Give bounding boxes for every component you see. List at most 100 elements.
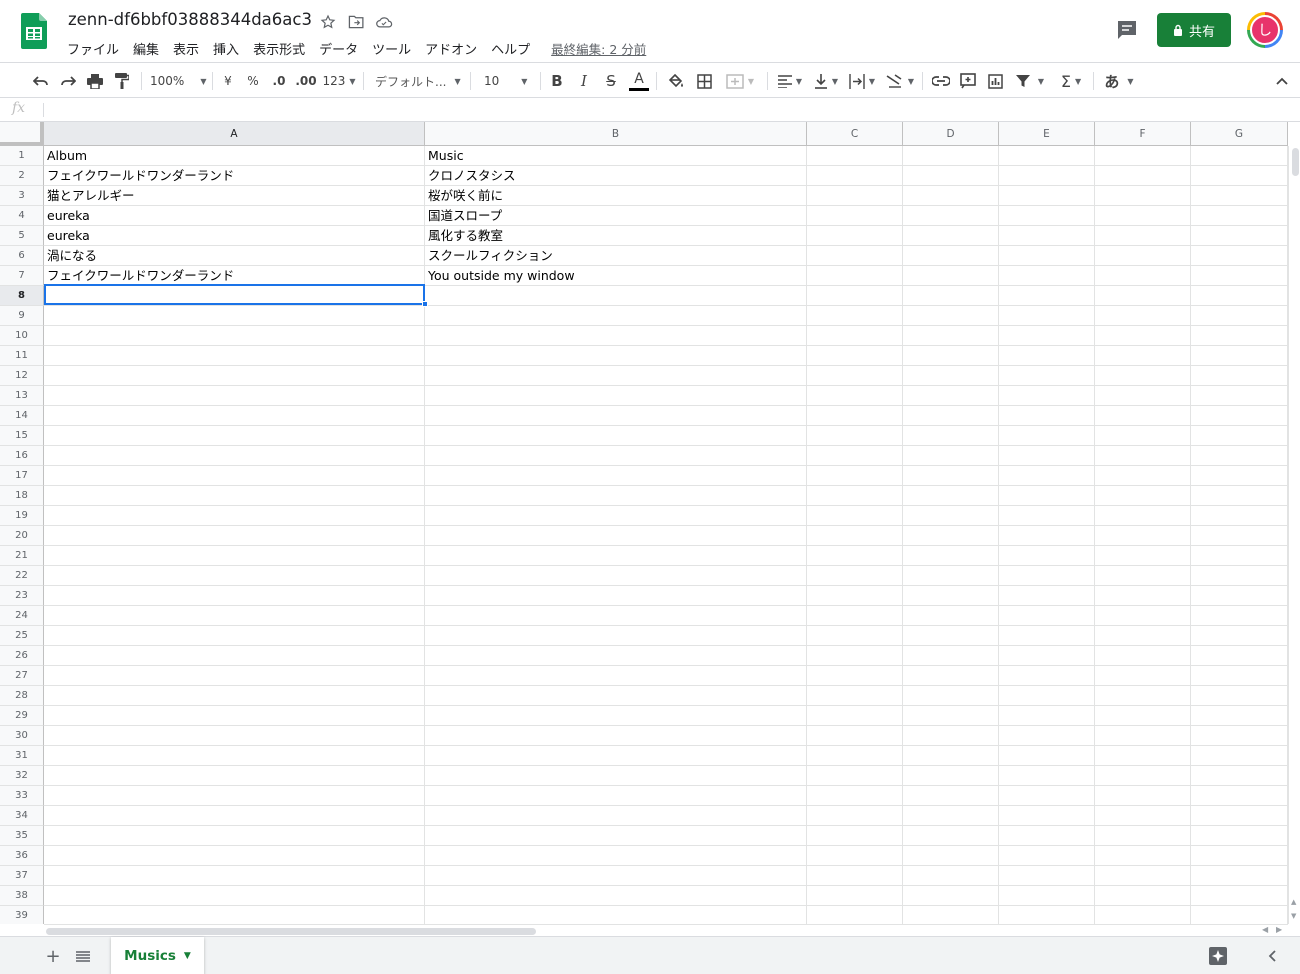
row-header[interactable]: 28 (0, 686, 44, 706)
row-header[interactable]: 2 (0, 166, 44, 186)
select-all-corner[interactable] (0, 122, 44, 146)
menu-data[interactable]: データ (312, 36, 365, 61)
move-folder-icon[interactable] (346, 12, 366, 32)
cell-b7[interactable]: You outside my window (425, 266, 806, 286)
vertical-scrollbar[interactable]: ▲ ▼ (1288, 146, 1300, 924)
row-header[interactable]: 9 (0, 306, 44, 326)
cell-b4[interactable]: 国道スロープ (425, 206, 806, 226)
row-header[interactable]: 14 (0, 406, 44, 426)
italic-button[interactable]: I (574, 69, 594, 93)
row-header[interactable]: 15 (0, 426, 44, 446)
chevron-down-icon[interactable]: ▼ (184, 951, 191, 961)
more-formats-button[interactable]: 123 ▼ (322, 69, 356, 93)
row-header[interactable]: 30 (0, 726, 44, 746)
fill-color-icon[interactable] (665, 69, 687, 93)
cell-a1[interactable]: Album (44, 146, 424, 166)
redo-icon[interactable] (57, 69, 79, 93)
functions-icon[interactable]: Σ ▼ (1055, 69, 1087, 93)
row-header[interactable]: 29 (0, 706, 44, 726)
last-edit-link[interactable]: 最終編集: 2 分前 (551, 39, 646, 58)
row-header[interactable]: 27 (0, 666, 44, 686)
column-header-c[interactable]: C (807, 122, 903, 146)
row-header[interactable]: 31 (0, 746, 44, 766)
star-icon[interactable] (318, 12, 338, 32)
paint-format-icon[interactable] (111, 69, 133, 93)
column-header-f[interactable]: F (1095, 122, 1191, 146)
insert-link-icon[interactable] (930, 69, 952, 93)
cell-b1[interactable]: Music (425, 146, 806, 166)
text-rotation-icon[interactable]: ▼ (884, 69, 916, 93)
text-color-button[interactable]: A (628, 69, 650, 93)
row-header[interactable]: 5 (0, 226, 44, 246)
cloud-saved-icon[interactable] (374, 12, 394, 32)
row-header[interactable]: 13 (0, 386, 44, 406)
input-tools-button[interactable]: あ ▼ (1101, 69, 1137, 93)
insert-comment-icon[interactable] (957, 69, 979, 93)
text-wrap-icon[interactable]: ▼ (846, 69, 878, 93)
scroll-up-icon[interactable]: ▲ (1291, 898, 1296, 906)
borders-icon[interactable] (693, 69, 715, 93)
print-icon[interactable] (84, 69, 106, 93)
increase-decimal-button[interactable]: .00 (294, 69, 318, 93)
decrease-decimal-button[interactable]: .0 (268, 69, 290, 93)
row-header[interactable]: 36 (0, 846, 44, 866)
menu-edit[interactable]: 編集 (126, 36, 166, 61)
font-family-select[interactable]: デフォルト... ▼ (375, 69, 465, 93)
row-header[interactable]: 6 (0, 246, 44, 266)
row-header[interactable]: 32 (0, 766, 44, 786)
scroll-right-icon[interactable]: ▶ (1276, 925, 1282, 934)
vertical-scroll-thumb[interactable] (1292, 148, 1299, 176)
add-sheet-icon[interactable]: + (43, 946, 63, 967)
row-header[interactable]: 3 (0, 186, 44, 206)
column-header-a[interactable]: A (44, 122, 425, 146)
all-sheets-icon[interactable] (73, 946, 93, 966)
row-header[interactable]: 21 (0, 546, 44, 566)
percent-format-button[interactable]: % (244, 69, 262, 93)
undo-icon[interactable] (30, 69, 52, 93)
row-header[interactable]: 16 (0, 446, 44, 466)
row-header[interactable]: 34 (0, 806, 44, 826)
cell-a4[interactable]: eureka (44, 206, 424, 226)
cell-a2[interactable]: フェイクワールドワンダーランド (44, 166, 424, 186)
row-header[interactable]: 18 (0, 486, 44, 506)
currency-format-button[interactable]: ¥ (219, 69, 237, 93)
column-header-d[interactable]: D (903, 122, 999, 146)
row-header[interactable]: 20 (0, 526, 44, 546)
comment-history-icon[interactable] (1115, 18, 1139, 42)
share-button[interactable]: 共有 (1157, 13, 1231, 47)
cell-a3[interactable]: 猫とアレルギー (44, 186, 424, 206)
menu-file[interactable]: ファイル (60, 36, 126, 61)
row-header[interactable]: 17 (0, 466, 44, 486)
row-header[interactable]: 12 (0, 366, 44, 386)
explore-icon[interactable] (1208, 946, 1228, 966)
row-header[interactable]: 25 (0, 626, 44, 646)
horizontal-scroll-thumb[interactable] (46, 928, 536, 935)
zoom-select[interactable]: 100% ▼ (150, 69, 206, 93)
document-title[interactable]: zenn-df6bbf03888344da6ac3 (68, 10, 312, 29)
cell-b6[interactable]: スクールフィクション (425, 246, 806, 266)
cell-a6[interactable]: 渦になる (44, 246, 424, 266)
row-header[interactable]: 19 (0, 506, 44, 526)
row-header[interactable]: 24 (0, 606, 44, 626)
fill-handle[interactable] (422, 301, 428, 307)
scroll-down-icon[interactable]: ▼ (1291, 912, 1296, 920)
row-header[interactable]: 10 (0, 326, 44, 346)
sheets-logo-icon[interactable] (21, 13, 47, 49)
strikethrough-button[interactable]: S (601, 69, 621, 93)
horizontal-scrollbar[interactable]: ◀ ▶ (44, 924, 1288, 936)
column-header-g[interactable]: G (1191, 122, 1288, 146)
font-size-select[interactable]: 10 ▼ (484, 69, 534, 93)
menu-addons[interactable]: アドオン (418, 36, 484, 61)
row-header[interactable]: 8 (0, 286, 44, 306)
menu-format[interactable]: 表示形式 (246, 36, 312, 61)
filter-icon[interactable]: ▼ (1012, 69, 1048, 93)
row-header[interactable]: 26 (0, 646, 44, 666)
row-header[interactable]: 39 (0, 906, 44, 924)
bold-button[interactable]: B (547, 69, 567, 93)
row-header[interactable]: 7 (0, 266, 44, 286)
menu-help[interactable]: ヘルプ (484, 36, 537, 61)
horizontal-align-icon[interactable]: ▼ (774, 69, 806, 93)
cell-b3[interactable]: 桜が咲く前に (425, 186, 806, 206)
row-header[interactable]: 37 (0, 866, 44, 886)
collapse-menus-icon[interactable] (1272, 69, 1292, 93)
